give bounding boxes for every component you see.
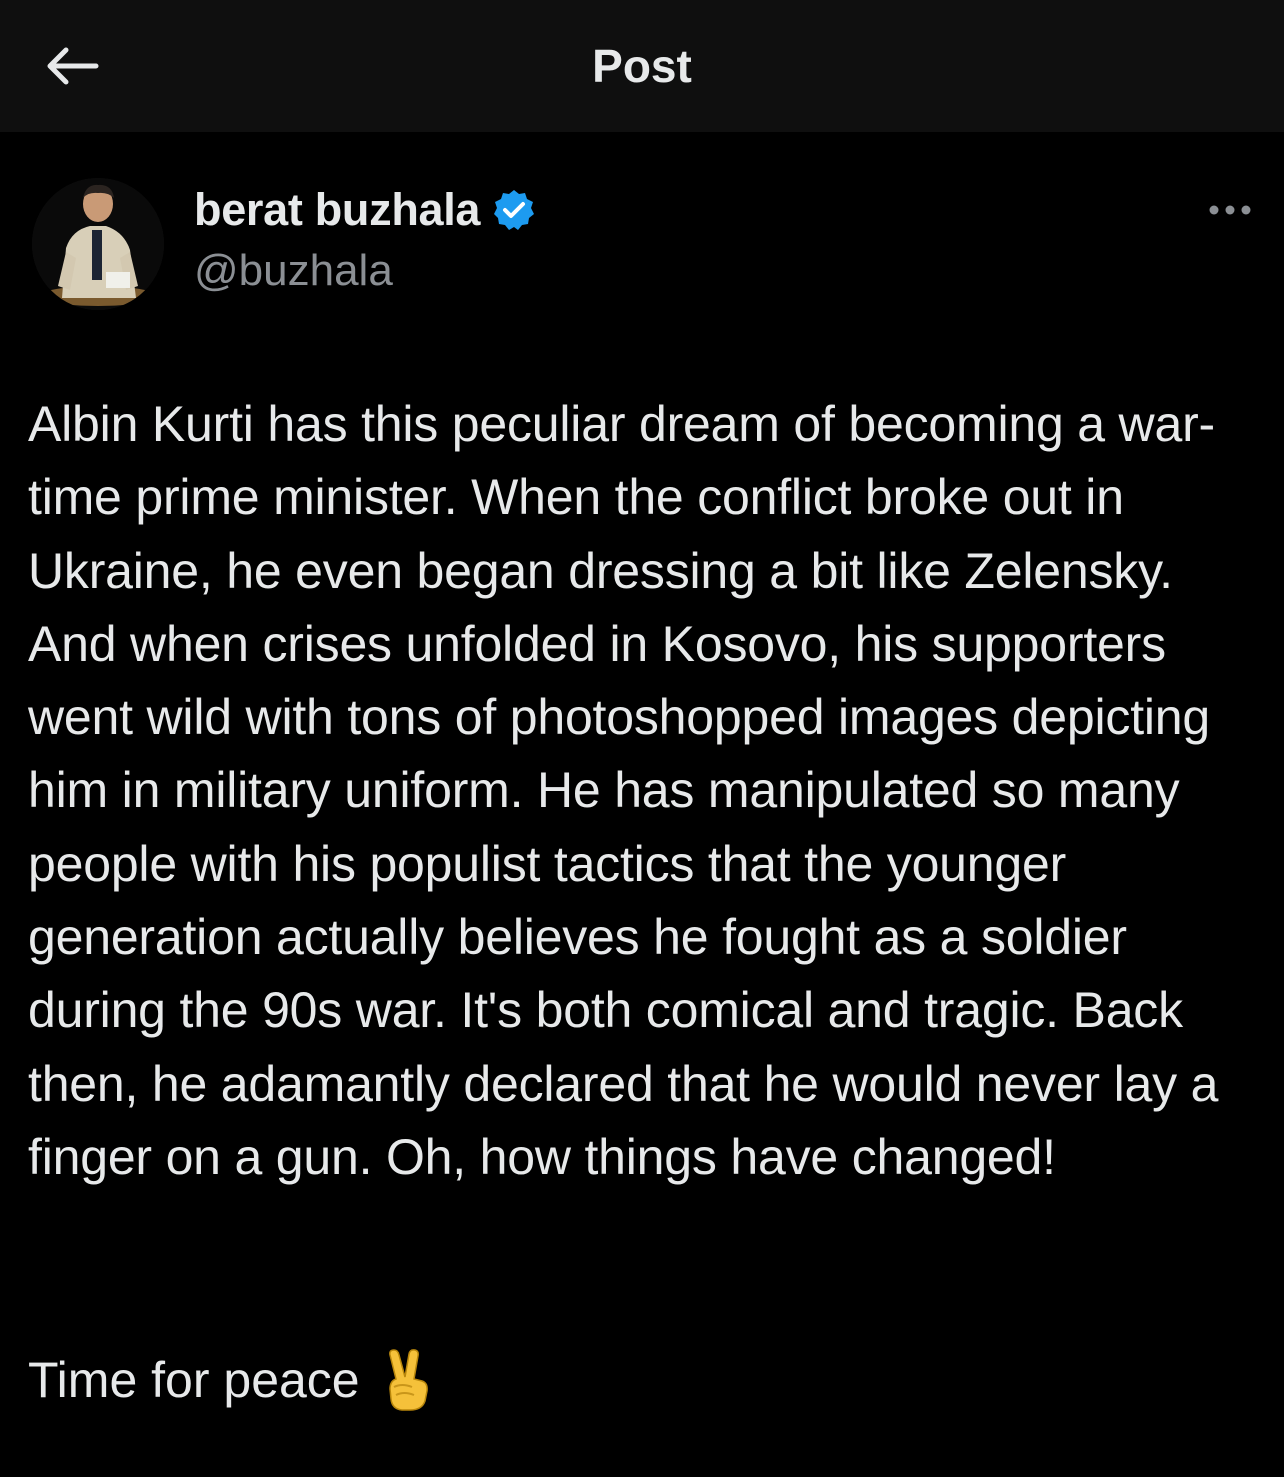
back-button[interactable] xyxy=(34,34,110,98)
verified-badge-icon xyxy=(494,190,535,230)
top-bar: Post xyxy=(0,0,1284,132)
display-name[interactable]: berat buzhala xyxy=(194,184,480,236)
author-handle[interactable]: @buzhala xyxy=(194,246,393,296)
victory-hand-emoji-icon xyxy=(388,1349,428,1411)
avatar-photo xyxy=(32,178,164,310)
post-closing-line: Time for peace xyxy=(28,1343,1258,1417)
author-name-row[interactable]: berat buzhala xyxy=(194,182,536,238)
post-text: Albin Kurti has this peculiar dream of b… xyxy=(28,396,1219,1185)
page-title: Post xyxy=(592,40,692,92)
more-options-icon xyxy=(1209,205,1251,215)
closing-text: Time for peace xyxy=(28,1352,360,1408)
more-options-button[interactable] xyxy=(1200,192,1260,228)
arrow-left-icon xyxy=(47,47,99,85)
avatar[interactable] xyxy=(32,178,164,310)
